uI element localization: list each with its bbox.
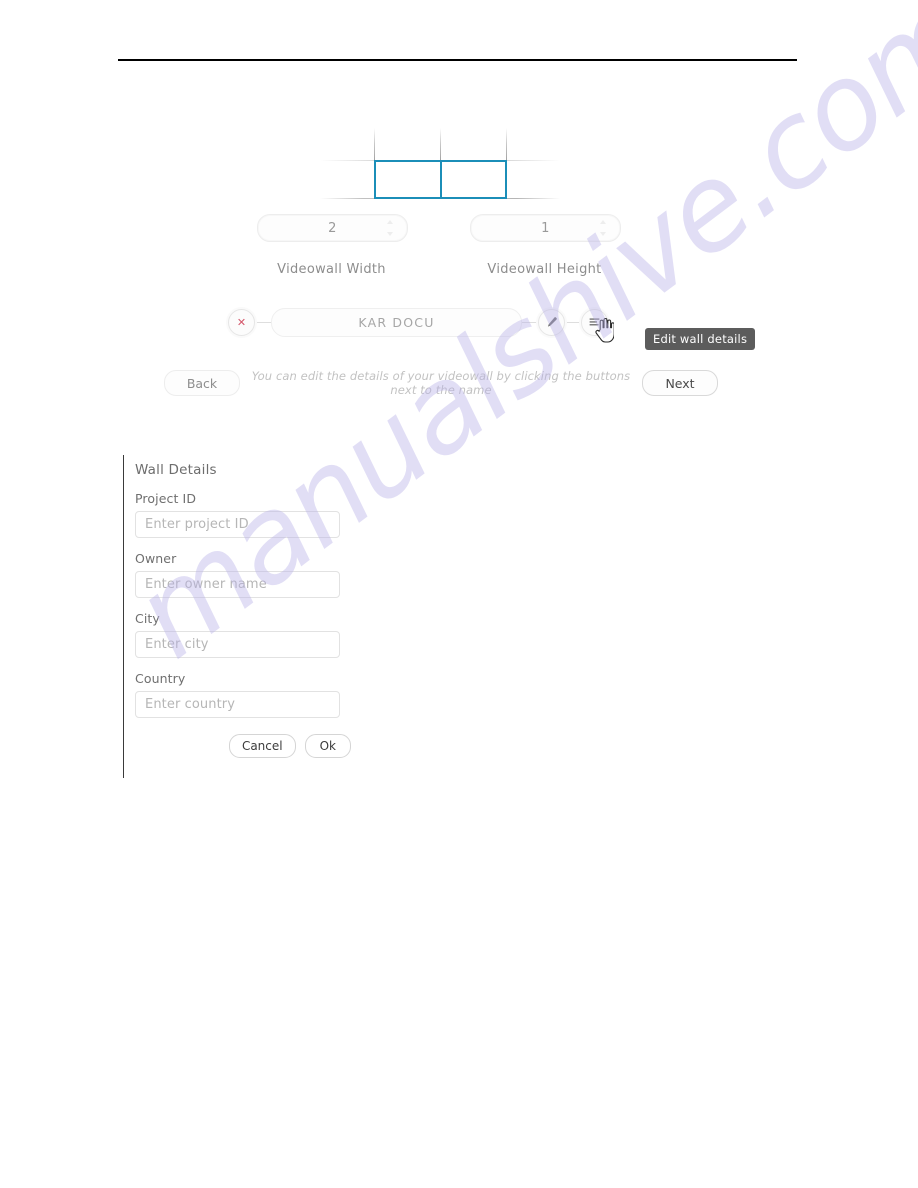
- edit-wall-details-button[interactable]: [581, 308, 615, 343]
- row-connector: [255, 321, 271, 323]
- pencil-icon: [545, 316, 558, 329]
- field-placeholder: Enter city: [145, 637, 209, 652]
- videowall-grid-preview: [320, 128, 570, 208]
- ok-button[interactable]: Ok: [304, 734, 351, 758]
- grid-guide-line-vertical-left: [374, 128, 375, 162]
- wizard-navigation-row: Back You can edit the details of your vi…: [164, 369, 718, 397]
- row-connector: [565, 321, 581, 323]
- videowall-name-input[interactable]: KAR DOCU: [271, 307, 522, 337]
- panel-action-row: Cancel Ok: [135, 734, 351, 758]
- stepper-up-icon[interactable]: [386, 219, 395, 226]
- stepper-down-icon[interactable]: [386, 230, 395, 237]
- videowall-height-stepper[interactable]: [599, 219, 608, 237]
- tooltip-label: Edit wall details: [653, 332, 748, 346]
- videowall-width-label: Videowall Width: [277, 262, 386, 277]
- grid-guide-line-vertical-right: [506, 128, 507, 162]
- grid-guide-line-vertical-middle: [440, 128, 441, 162]
- tooltip-edit-wall-details: Edit wall details: [645, 328, 756, 350]
- field-placeholder: Enter country: [145, 697, 236, 712]
- field-placeholder: Enter owner name: [145, 577, 267, 592]
- row-connector: [522, 321, 538, 323]
- field-placeholder: Enter project ID: [145, 517, 249, 532]
- city-input[interactable]: Enter city: [135, 631, 340, 658]
- next-button[interactable]: Next: [642, 370, 718, 396]
- videowall-height-label: Videowall Height: [487, 262, 602, 277]
- wizard-hint-text: You can edit the details of your videowa…: [251, 369, 631, 397]
- field-group-city: City Enter city: [135, 611, 423, 658]
- field-label: Owner: [135, 551, 177, 566]
- videowall-cell-divider: [440, 160, 442, 199]
- videowall-height-value: 1: [541, 220, 550, 236]
- close-icon: ✕: [236, 315, 247, 329]
- details-list-icon: [588, 316, 601, 329]
- delete-videowall-button[interactable]: ✕: [228, 308, 255, 336]
- videowall-height-control[interactable]: 1 Videowall Height: [470, 214, 621, 277]
- field-group-project-id: Project ID Enter project ID: [135, 491, 423, 538]
- owner-input[interactable]: Enter owner name: [135, 571, 340, 598]
- videowall-width-input[interactable]: 2: [257, 214, 408, 242]
- country-input[interactable]: Enter country: [135, 691, 340, 718]
- videowall-width-stepper[interactable]: [386, 219, 395, 237]
- stepper-down-icon[interactable]: [599, 230, 608, 237]
- panel-title: Wall Details: [135, 462, 217, 478]
- cancel-button[interactable]: Cancel: [228, 734, 296, 758]
- videowall-width-control[interactable]: 2 Videowall Width: [257, 214, 408, 277]
- videowall-name-value: KAR DOCU: [358, 314, 435, 330]
- field-group-country: Country Enter country: [135, 671, 423, 718]
- back-button[interactable]: Back: [164, 370, 240, 396]
- wall-details-panel: Wall Details Project ID Enter project ID…: [123, 455, 423, 778]
- videowall-width-value: 2: [328, 220, 337, 236]
- project-id-input[interactable]: Enter project ID: [135, 511, 340, 538]
- stepper-up-icon[interactable]: [599, 219, 608, 226]
- videowall-name-row: ✕ KAR DOCU: [228, 305, 615, 343]
- videowall-height-input[interactable]: 1: [470, 214, 621, 242]
- field-label: Project ID: [135, 491, 197, 506]
- field-group-owner: Owner Enter owner name: [135, 551, 423, 598]
- field-label: City: [135, 611, 160, 626]
- field-label: Country: [135, 671, 186, 686]
- header-divider-rule: [118, 59, 797, 61]
- edit-name-button[interactable]: [538, 308, 565, 336]
